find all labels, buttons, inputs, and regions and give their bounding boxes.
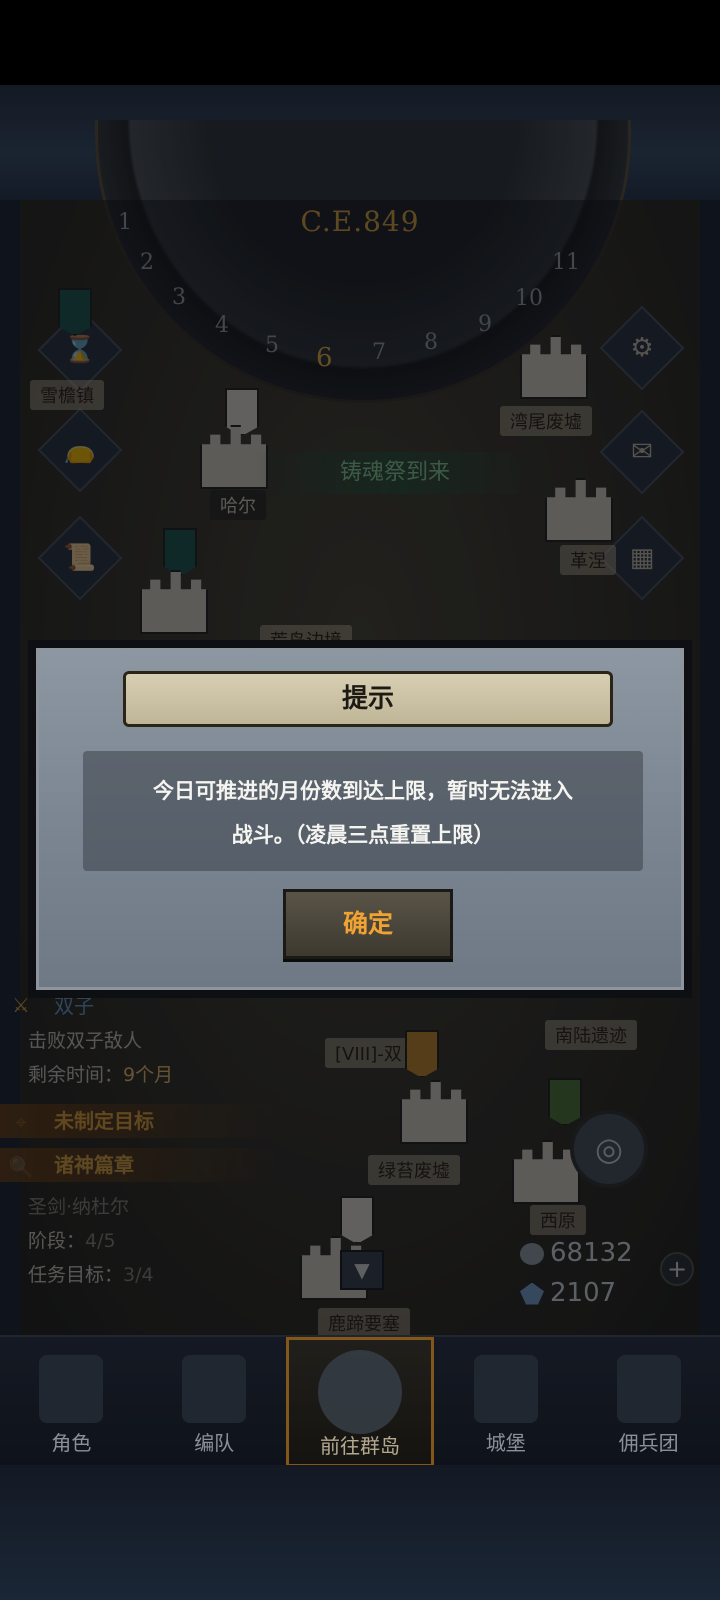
dialog-message: 今日可推进的月份数到达上限，暂时无法进入 战斗。（凌晨三点重置上限） — [103, 769, 623, 857]
dialog-panel: 提示 今日可推进的月份数到达上限，暂时无法进入 战斗。（凌晨三点重置上限） 确定 — [36, 648, 684, 990]
dialog-message-line: 战斗。（凌晨三点重置上限） — [231, 823, 495, 847]
dialog-title: 提示 — [123, 671, 613, 727]
dialog-message-line: 今日可推进的月份数到达上限，暂时无法进入 — [153, 779, 573, 803]
notice-dialog: 提示 今日可推进的月份数到达上限，暂时无法进入 战斗。（凌晨三点重置上限） 确定 — [28, 640, 692, 998]
dialog-message-box: 今日可推进的月份数到达上限，暂时无法进入 战斗。（凌晨三点重置上限） — [83, 751, 643, 871]
confirm-button[interactable]: 确定 — [283, 889, 453, 959]
